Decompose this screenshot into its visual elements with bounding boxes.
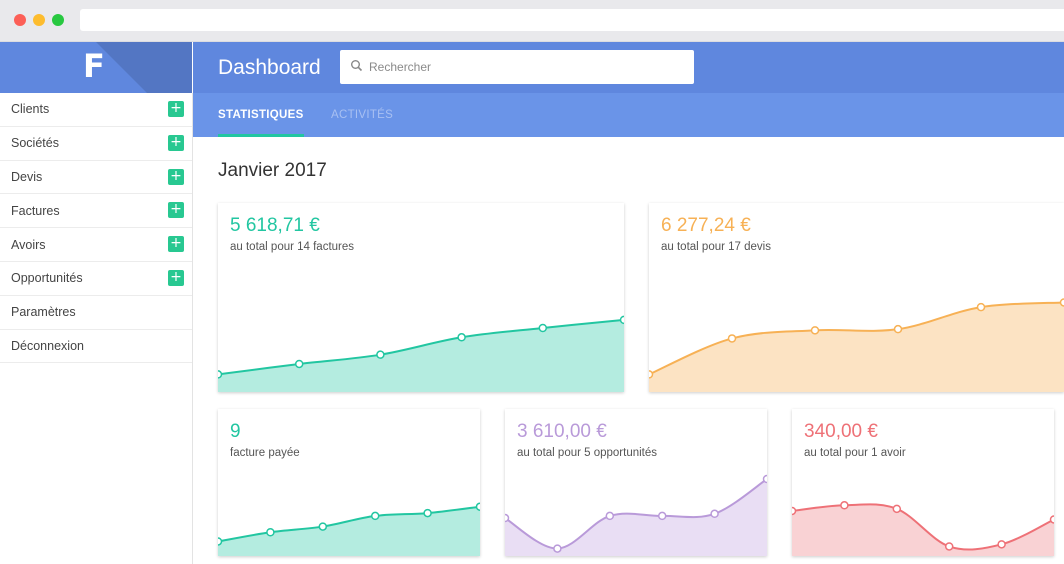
sidebar-item[interactable]: Sociétés + bbox=[0, 127, 192, 161]
sparkline-point[interactable] bbox=[475, 502, 481, 511]
sparkline-point[interactable] bbox=[840, 501, 849, 510]
card-subtitle: facture payée bbox=[230, 447, 300, 459]
tab-bar: STATISTIQUES ACTIVITÉS bbox=[193, 93, 1064, 137]
sidebar-item[interactable]: Devis + bbox=[0, 161, 192, 195]
sparkline-point[interactable] bbox=[1049, 515, 1055, 524]
sparkline-point[interactable] bbox=[762, 474, 768, 484]
card-value: 3 610,00 € bbox=[517, 421, 607, 442]
sparkline-point[interactable] bbox=[657, 511, 667, 521]
tab-activites[interactable]: ACTIVITÉS bbox=[331, 109, 393, 121]
tab-statistiques[interactable]: STATISTIQUES bbox=[218, 109, 304, 121]
period-title: Janvier 2017 bbox=[218, 160, 327, 181]
sparkline-point[interactable] bbox=[710, 509, 719, 519]
sidebar-item[interactable]: Avoirs + bbox=[0, 228, 192, 262]
card-value: 9 bbox=[230, 421, 241, 442]
sidebar-item[interactable]: Clients + bbox=[0, 93, 192, 127]
sidebar-item[interactable]: Opportunités + bbox=[0, 262, 192, 296]
sparkline-point[interactable] bbox=[1059, 298, 1064, 307]
sparkline-point[interactable] bbox=[266, 528, 275, 537]
sparkline-area bbox=[218, 319, 624, 392]
sparkline-point[interactable] bbox=[376, 350, 385, 359]
sidebar-item[interactable]: Paramètres bbox=[0, 296, 192, 330]
search-icon bbox=[351, 60, 363, 72]
active-tab-indicator bbox=[218, 134, 304, 137]
sparkline-point[interactable] bbox=[727, 334, 737, 343]
sparkline-chart bbox=[218, 502, 481, 556]
sidebar-item-label: Devis bbox=[11, 169, 43, 184]
add-icon[interactable]: + bbox=[168, 202, 184, 219]
sidebar-item-label: Sociétés bbox=[11, 136, 59, 151]
sparkline-point[interactable] bbox=[997, 540, 1006, 549]
add-icon[interactable]: + bbox=[168, 168, 184, 185]
app-logo[interactable]: F bbox=[83, 47, 105, 85]
card-devis-total[interactable]: 6 277,24 € au total pour 17 devis bbox=[649, 203, 1064, 392]
add-icon[interactable]: + bbox=[168, 134, 184, 151]
sparkline-point[interactable] bbox=[294, 359, 304, 369]
sparkline-chart bbox=[218, 315, 625, 392]
sparkline-area bbox=[649, 302, 1064, 392]
card-value: 6 277,24 € bbox=[661, 215, 751, 236]
card-subtitle: au total pour 1 avoir bbox=[804, 447, 906, 459]
sparkline-point[interactable] bbox=[553, 544, 562, 553]
header: Dashboard bbox=[193, 42, 1064, 93]
sparkline-point[interactable] bbox=[976, 302, 986, 312]
add-icon[interactable]: + bbox=[168, 269, 184, 286]
sidebar-item[interactable]: Déconnexion bbox=[0, 330, 192, 364]
close-window-button[interactable] bbox=[14, 14, 26, 26]
card-factures-payees[interactable]: 9 facture payée bbox=[218, 409, 480, 556]
sparkline-chart bbox=[792, 501, 1055, 556]
add-icon[interactable]: + bbox=[168, 101, 184, 117]
logo-shadow bbox=[96, 42, 192, 93]
sparkline-point[interactable] bbox=[538, 323, 548, 333]
sidebar-item-label: Factures bbox=[11, 203, 60, 218]
card-avoirs[interactable]: 340,00 € au total pour 1 avoir bbox=[792, 409, 1054, 556]
sidebar: Clients + Sociétés + Devis + Factures + Avoirs + O… bbox=[0, 93, 193, 564]
sidebar-item[interactable]: Factures + bbox=[0, 194, 192, 229]
card-opportunites[interactable]: 3 610,00 € au total pour 5 opportunités bbox=[505, 409, 767, 556]
card-value: 340,00 € bbox=[804, 421, 878, 442]
sparkline-point[interactable] bbox=[318, 522, 328, 531]
sparkline-area bbox=[218, 506, 480, 556]
minimize-window-button[interactable] bbox=[33, 14, 45, 26]
sparkline-point[interactable] bbox=[892, 504, 902, 514]
sparkline-point[interactable] bbox=[893, 324, 903, 334]
sparkline-point[interactable] bbox=[944, 542, 954, 551]
sparkline-chart bbox=[649, 298, 1064, 392]
sparkline-point[interactable] bbox=[810, 326, 820, 335]
sparkline-point[interactable] bbox=[619, 315, 625, 325]
sparkline-point[interactable] bbox=[423, 508, 432, 518]
add-icon[interactable]: + bbox=[168, 236, 184, 253]
sidebar-item-label: Déconnexion bbox=[11, 338, 84, 353]
search-box bbox=[340, 50, 694, 84]
maximize-window-button[interactable] bbox=[52, 14, 64, 26]
search-input[interactable] bbox=[369, 50, 684, 84]
sparkline-point[interactable] bbox=[792, 506, 797, 516]
sparkline-area bbox=[792, 504, 1054, 556]
sparkline-point[interactable] bbox=[649, 370, 654, 379]
sparkline-point[interactable] bbox=[218, 537, 223, 546]
sparkline-point[interactable] bbox=[218, 370, 223, 379]
sparkline-point[interactable] bbox=[370, 511, 380, 521]
card-value: 5 618,71 € bbox=[230, 215, 320, 236]
sidebar-item-label: Opportunités bbox=[11, 271, 83, 286]
logo-bar: F bbox=[0, 42, 192, 93]
card-subtitle: au total pour 5 opportunités bbox=[517, 447, 658, 459]
sidebar-item-label: Avoirs bbox=[11, 237, 46, 252]
card-subtitle: au total pour 17 devis bbox=[661, 241, 771, 253]
sidebar-item-label: Clients bbox=[11, 102, 50, 117]
card-factures-total[interactable]: 5 618,71 € au total pour 14 factures bbox=[218, 203, 624, 392]
sparkline-point[interactable] bbox=[605, 511, 615, 521]
sparkline-chart bbox=[505, 474, 768, 556]
sparkline-point[interactable] bbox=[457, 333, 466, 342]
sidebar-item-label: Paramètres bbox=[11, 305, 76, 320]
address-bar[interactable] bbox=[80, 9, 1064, 31]
card-subtitle: au total pour 14 factures bbox=[230, 241, 355, 253]
page-title: Dashboard bbox=[218, 56, 321, 79]
sparkline-point[interactable] bbox=[505, 513, 510, 523]
browser-chrome bbox=[0, 0, 1064, 42]
